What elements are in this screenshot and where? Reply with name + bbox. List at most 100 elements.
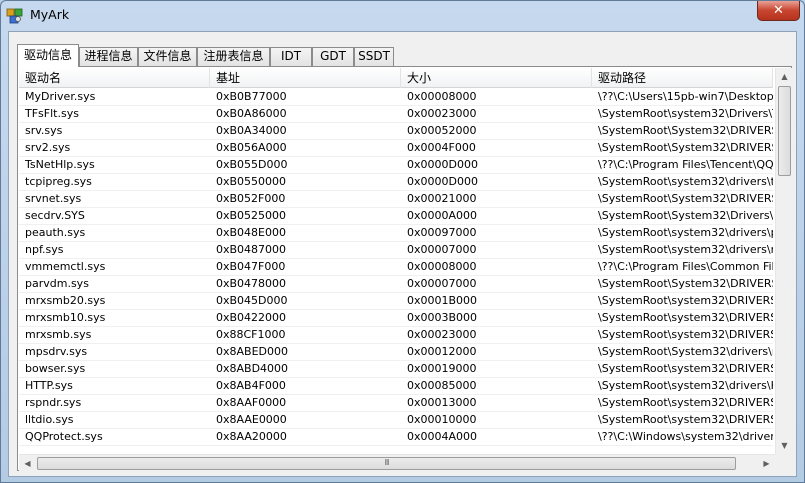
tab-file-info[interactable]: 文件信息 [138, 47, 197, 66]
cell-size: 0x0000A000 [407, 209, 478, 222]
cell-driver-name: srv2.sys [25, 141, 71, 154]
cell-base-address: 0xB0A86000 [216, 107, 287, 120]
table-row[interactable]: srvnet.sys 0xB052F000 0x00021000 \SystemRoo… [19, 191, 773, 208]
table-row[interactable]: vmmemctl.sys 0xB047F000 0x00008000 \??\C:\P… [19, 259, 773, 276]
cell-driver-path: \SystemRoot\system32\DRIVERS\ll... [598, 413, 773, 426]
table-row[interactable]: mrxsmb.sys 0x88CF1000 0x00023000 \SystemRoo… [19, 327, 773, 344]
table-row[interactable]: secdrv.SYS 0xB0525000 0x0000A000 \SystemRoo… [19, 208, 773, 225]
scroll-down-icon[interactable]: ▼ [776, 437, 792, 454]
cell-driver-path: \??\C:\Program Files\Common Files... [598, 260, 773, 273]
tab-label: 文件信息 [143, 49, 192, 63]
cell-base-address: 0x8ABED000 [216, 345, 288, 358]
cell-driver-name: TsNetHlp.sys [25, 158, 95, 171]
cell-driver-name: secdrv.SYS [25, 209, 85, 222]
cell-driver-name: parvdm.sys [25, 277, 89, 290]
cell-size: 0x0004A000 [407, 430, 478, 443]
cell-driver-path: \SystemRoot\system32\drivers\pe... [598, 226, 773, 239]
cell-driver-path: \SystemRoot\system32\DRIVERS\... [598, 311, 773, 324]
table-row[interactable]: TsNetHlp.sys 0xB055D000 0x0000D000 \??\C:\P… [19, 157, 773, 174]
tab-idt[interactable]: IDT [270, 47, 312, 66]
table-row[interactable]: QQProtect.sys 0x8AA20000 0x0004A000 \??\C:\… [19, 429, 773, 446]
cell-size: 0x0004F000 [407, 141, 476, 154]
cell-size: 0x00007000 [407, 277, 477, 290]
horizontal-scrollbar[interactable]: ◀ III ▶ [19, 454, 775, 471]
table-row[interactable]: bowser.sys 0x8ABD4000 0x00019000 \SystemRoo… [19, 361, 773, 378]
cell-size: 0x0003B000 [407, 311, 478, 324]
table-row[interactable]: MyDriver.sys 0xB0B77000 0x00008000 \??\C:\U… [19, 89, 773, 106]
driver-list[interactable]: 驱动名 基址 大小 驱动路径 MyDriver.sys 0xB0B77000 0x0… [19, 68, 792, 471]
table-row[interactable]: npf.sys 0xB0487000 0x00007000 \SystemRoot\s… [19, 242, 773, 259]
cell-driver-name: bowser.sys [25, 362, 86, 375]
tab-driver-info[interactable]: 驱动信息 [17, 44, 79, 67]
cell-base-address: 0xB047F000 [216, 260, 286, 273]
cell-driver-name: srv.sys [25, 124, 63, 137]
cell-driver-path: \??\C:\Windows\system32\drivers\... [598, 430, 773, 443]
table-row[interactable]: HTTP.sys 0x8AB4F000 0x00085000 \SystemRoot\… [19, 378, 773, 395]
horizontal-scroll-thumb[interactable]: III [37, 457, 736, 470]
column-header-base-address[interactable]: 基址 [210, 68, 401, 88]
cell-size: 0x00007000 [407, 243, 477, 256]
table-row[interactable]: srv2.sys 0xB056A000 0x0004F000 \SystemRoot\… [19, 140, 773, 157]
vertical-scrollbar[interactable]: ▲ ▼ [775, 68, 792, 454]
driver-info-panel: 驱动名 基址 大小 驱动路径 MyDriver.sys 0xB0B77000 0x0… [17, 66, 792, 471]
list-header: 驱动名 基址 大小 驱动路径 [19, 68, 773, 88]
cell-size: 0x0000D000 [407, 175, 478, 188]
cell-base-address: 0x8ABD4000 [216, 362, 289, 375]
grip-icon: III [384, 458, 389, 467]
tab-label: SSDT [358, 49, 390, 63]
table-row[interactable]: mpsdrv.sys 0x8ABED000 0x00012000 \SystemRoo… [19, 344, 773, 361]
cell-size: 0x00023000 [407, 107, 477, 120]
close-button[interactable]: ✕ [757, 1, 800, 21]
cell-base-address: 0xB056A000 [216, 141, 287, 154]
tab-label: 进程信息 [84, 49, 133, 63]
table-row[interactable]: mrxsmb20.sys 0xB045D000 0x0001B000 \SystemR… [19, 293, 773, 310]
scroll-left-icon[interactable]: ◀ [19, 455, 36, 471]
table-row[interactable]: lltdio.sys 0x8AAE0000 0x00010000 \SystemRoo… [19, 412, 773, 429]
cell-driver-name: rspndr.sys [25, 396, 82, 409]
tab-ssdt[interactable]: SSDT [354, 47, 394, 66]
tab-process-info[interactable]: 进程信息 [79, 47, 138, 66]
cell-base-address: 0xB048E000 [216, 226, 286, 239]
column-header-driver-name[interactable]: 驱动名 [19, 68, 210, 88]
scroll-right-icon[interactable]: ▶ [758, 455, 775, 471]
cell-driver-name: vmmemctl.sys [25, 260, 106, 273]
table-row[interactable]: parvdm.sys 0xB0478000 0x00007000 \SystemRoo… [19, 276, 773, 293]
column-header-size[interactable]: 大小 [401, 68, 592, 88]
cell-driver-path: \SystemRoot\system32\DRIVERS\... [598, 294, 773, 307]
cell-driver-path: \SystemRoot\System32\Drivers\se... [598, 209, 773, 222]
cell-base-address: 0xB052F000 [216, 192, 286, 205]
column-header-driver-path[interactable]: 驱动路径 [592, 68, 773, 88]
cell-driver-path: \SystemRoot\system32\drivers\tc... [598, 175, 773, 188]
title-bar[interactable]: MyArk ✕ [1, 1, 804, 31]
cell-driver-path: \??\C:\Users\15pb-win7\Desktop\... [598, 90, 773, 103]
table-row[interactable]: tcpipreg.sys 0xB0550000 0x0000D000 \SystemR… [19, 174, 773, 191]
cell-driver-name: tcpipreg.sys [25, 175, 92, 188]
client-area: 驱动信息 进程信息 文件信息 注册表信息 IDT GDT SSDT 驱动名 基址… [8, 31, 797, 477]
table-row[interactable]: srv.sys 0xB0A34000 0x00052000 \SystemRoot\S… [19, 123, 773, 140]
cell-base-address: 0xB0550000 [216, 175, 287, 188]
cell-driver-path: \SystemRoot\system32\drivers\HT... [598, 379, 773, 392]
vertical-scroll-thumb[interactable] [778, 86, 791, 176]
cell-driver-path: \SystemRoot\system32\DRIVERS\... [598, 328, 773, 341]
cell-size: 0x0001B000 [407, 294, 478, 307]
table-row[interactable]: rspndr.sys 0x8AAF0000 0x00013000 \SystemRoo… [19, 395, 773, 412]
cell-base-address: 0xB0A34000 [216, 124, 287, 137]
tab-label: IDT [280, 49, 302, 63]
cell-size: 0x00085000 [407, 379, 477, 392]
cell-driver-path: \SystemRoot\system32\DRIVERS\... [598, 362, 773, 375]
table-row[interactable]: peauth.sys 0xB048E000 0x00097000 \SystemRoo… [19, 225, 773, 242]
cell-base-address: 0xB0422000 [216, 311, 287, 324]
cell-driver-name: mrxsmb20.sys [25, 294, 106, 307]
table-row[interactable]: TFsFlt.sys 0xB0A86000 0x00023000 \SystemRoo… [19, 106, 773, 123]
cell-size: 0x00097000 [407, 226, 477, 239]
tab-gdt[interactable]: GDT [312, 47, 354, 66]
tab-registry-info[interactable]: 注册表信息 [197, 47, 270, 66]
scroll-up-icon[interactable]: ▲ [776, 68, 792, 85]
cell-driver-name: mpsdrv.sys [25, 345, 88, 358]
table-row[interactable]: mrxsmb10.sys 0xB0422000 0x0003B000 \SystemR… [19, 310, 773, 327]
cell-driver-name: mrxsmb.sys [25, 328, 92, 341]
cell-driver-path: \SystemRoot\system32\DRIVERS\r... [598, 396, 773, 409]
cell-driver-name: MyDriver.sys [25, 90, 96, 103]
cell-base-address: 0xB0B77000 [216, 90, 287, 103]
cell-driver-name: lltdio.sys [25, 413, 74, 426]
